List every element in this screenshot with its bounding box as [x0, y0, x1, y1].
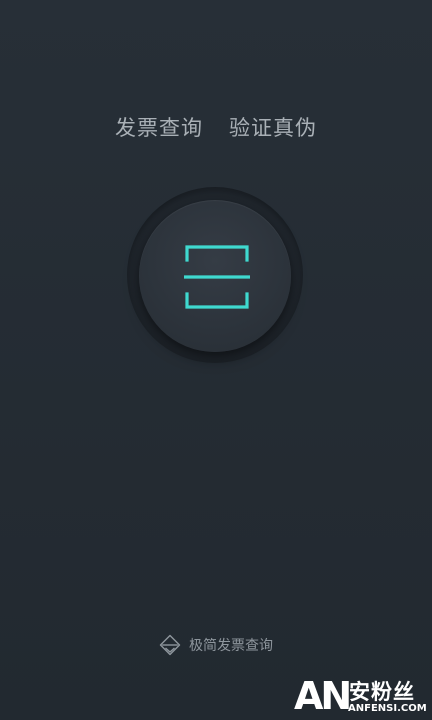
- simple-invoice-query-label: 极简发票查询: [189, 638, 273, 654]
- scan-button[interactable]: [127, 187, 303, 363]
- watermark-domain: ANFENSI.COM: [348, 703, 427, 714]
- title-verify-authenticity: 验证真伪: [229, 116, 317, 140]
- title-invoice-query: 发票查询: [115, 116, 203, 140]
- watermark: AN 安粉丝 ANFENSI.COM: [294, 674, 428, 718]
- watermark-chinese: 安粉丝: [349, 680, 415, 704]
- screen: 发票查询 验证真伪 极简发票查询 AN 安粉丝 ANFENSI.COM: [0, 0, 432, 720]
- simple-invoice-query-link[interactable]: 极简发票查询: [0, 634, 432, 656]
- watermark-logo: AN: [294, 674, 352, 718]
- page-title: 发票查询 验证真伪: [0, 112, 432, 142]
- scan-button-face[interactable]: [139, 200, 291, 352]
- scan-frame-icon: [184, 245, 250, 309]
- diamond-layers-icon: [159, 634, 181, 656]
